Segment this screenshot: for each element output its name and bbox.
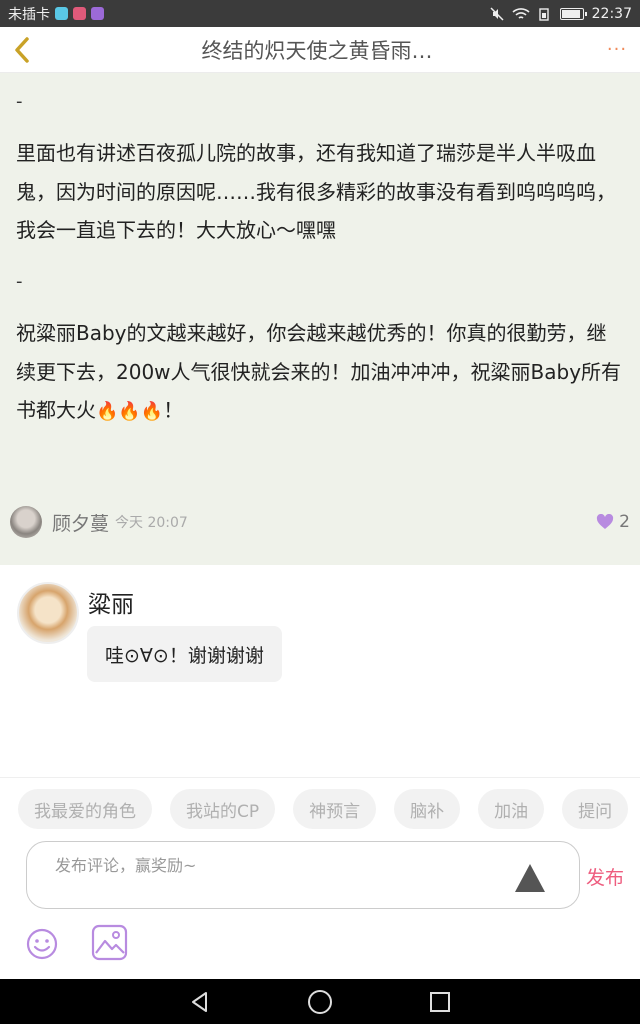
image-icon[interactable]	[91, 924, 128, 961]
system-nav-bar	[0, 979, 640, 1024]
screen: 未插卡 22:37 终结的炽天使之黄昏雨… ··· - 里面也有讲述百夜孤儿院的…	[0, 0, 640, 1024]
app-notification-icon	[91, 7, 104, 20]
mute-icon	[490, 6, 504, 21]
fire-icon: 🔥	[96, 401, 119, 422]
quick-tag-chip[interactable]: 脑补	[394, 789, 461, 829]
comment-composer: 我最爱的角色 我站的CP 神预言 脑补 加油 提问 发布评论，赢奖励~ 发布	[0, 777, 640, 979]
author-avatar[interactable]	[10, 506, 42, 538]
battery-level	[561, 9, 580, 18]
header-bar: 终结的炽天使之黄昏雨… ···	[0, 27, 640, 73]
comment-time: 今天 20:07	[115, 515, 188, 531]
quick-tag-chip[interactable]: 提问	[562, 789, 629, 829]
reply-author-name[interactable]: 粱丽	[88, 585, 134, 619]
like-button[interactable]: 2	[596, 512, 630, 532]
fire-icon: 🔥	[140, 401, 164, 422]
status-left: 未插卡	[8, 4, 104, 24]
author-name[interactable]: 顾夕蔓	[52, 509, 109, 536]
app-notification-icon	[55, 7, 68, 20]
battery-icon	[559, 7, 587, 20]
send-button[interactable]: 发布	[586, 863, 624, 890]
nav-recents-icon[interactable]	[428, 990, 452, 1014]
quick-tag-chip[interactable]: 我最爱的角色	[18, 789, 152, 829]
comment-input-placeholder: 发布评论，赢奖励~	[55, 856, 197, 875]
reply-bubble: 哇⊙∀⊙！谢谢谢谢	[87, 626, 282, 682]
quick-tag-chip[interactable]: 我站的CP	[170, 789, 276, 829]
separator-dash: -	[16, 271, 23, 292]
wifi-icon	[512, 7, 530, 19]
heart-icon	[597, 514, 614, 529]
app-notification-icon	[73, 7, 86, 20]
emoji-icon[interactable]	[26, 928, 58, 960]
page-title: 终结的炽天使之黄昏雨…	[201, 38, 433, 63]
quick-tag-chip[interactable]: 神预言	[293, 789, 377, 829]
carrier-label: 未插卡	[8, 6, 50, 23]
comment-paragraph-end: ！	[163, 398, 184, 422]
nav-back-icon[interactable]	[188, 990, 212, 1014]
quick-tag-chip[interactable]: 加油	[478, 789, 545, 829]
comment-paragraph: 里面也有讲述百夜孤儿院的故事，还有我知道了瑞莎是半人半吸血鬼，因为时间的原因呢……	[16, 141, 616, 242]
back-button[interactable]	[0, 27, 44, 73]
expand-triangle-icon[interactable]	[515, 864, 545, 892]
reply-text: 哇⊙∀⊙！谢谢谢谢	[105, 644, 264, 667]
chevron-left-icon	[15, 36, 29, 63]
clock: 22:37	[591, 5, 632, 22]
status-right: 22:37	[490, 6, 632, 22]
sim-icon	[538, 7, 549, 21]
comment-input[interactable]: 发布评论，赢奖励~	[26, 841, 580, 909]
quick-tag-list: 我最爱的角色 我站的CP 神预言 脑补 加油 提问	[18, 789, 640, 829]
comment-card: - 里面也有讲述百夜孤儿院的故事，还有我知道了瑞莎是半人半吸血鬼，因为时间的原因…	[0, 73, 640, 565]
reply-author-avatar[interactable]	[17, 582, 79, 644]
status-bar: 未插卡 22:37	[0, 0, 640, 27]
comment-paragraph: 祝粱丽Baby的文越来越好，你会越来越优秀的！你真的很勤劳，继续更下去，200w…	[16, 314, 624, 432]
comment-meta: 顾夕蔓 今天 20:07 2	[10, 505, 630, 539]
like-count: 2	[619, 512, 630, 532]
separator-dash: -	[16, 91, 23, 112]
fire-icon: 🔥	[118, 401, 141, 422]
more-options-button[interactable]: ···	[594, 39, 640, 60]
nav-home-icon[interactable]	[307, 989, 333, 1015]
